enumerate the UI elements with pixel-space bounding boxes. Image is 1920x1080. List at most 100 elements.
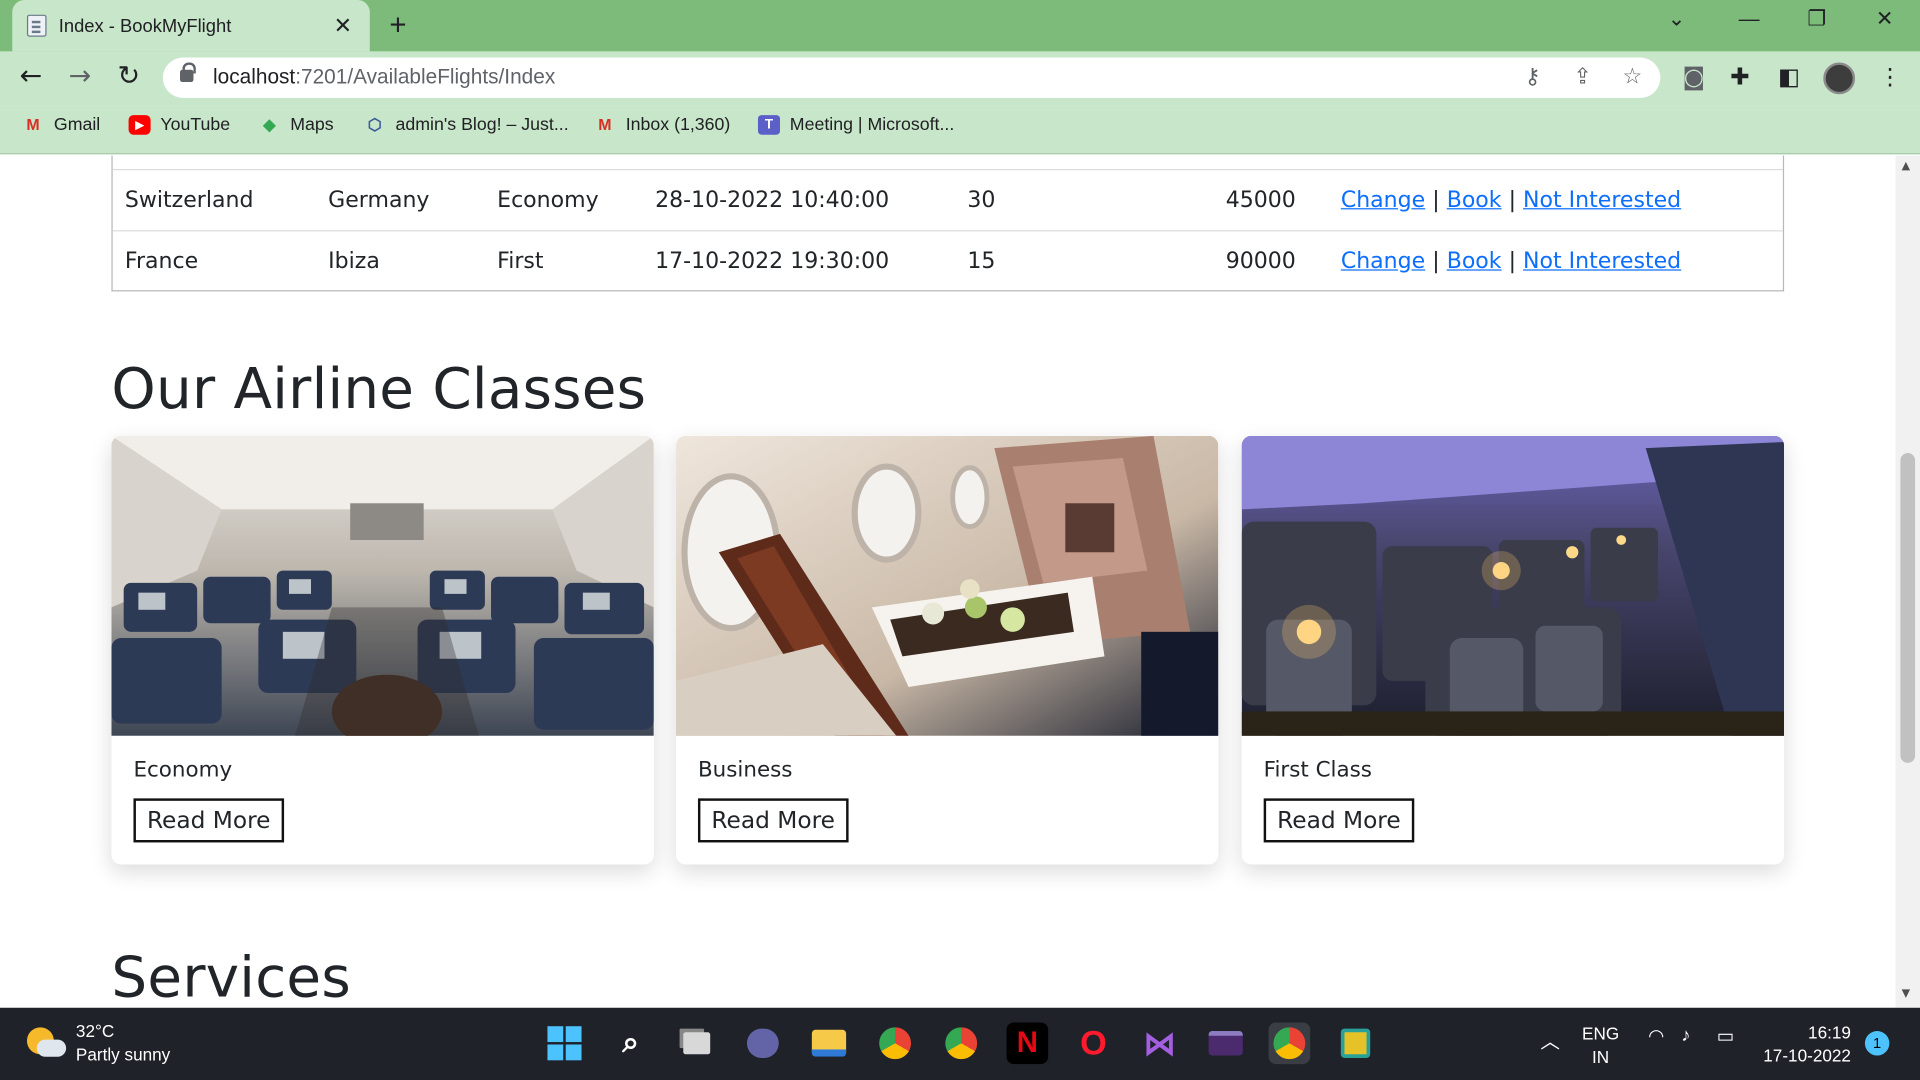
from-cell: Switzerland [124, 187, 254, 214]
seats-cell: 15 [967, 248, 996, 275]
classes-heading: Our Airline Classes [111, 355, 647, 422]
bookmark-inbox[interactable]: M Inbox (1,360) [594, 115, 730, 135]
minimize-button[interactable]: — [1739, 7, 1760, 31]
address-bar[interactable]: localhost:7201/AvailableFlights/Index ⚷ … [162, 57, 1661, 98]
to-cell: Ibiza [328, 248, 380, 275]
reload-button[interactable]: ↻ [118, 61, 141, 92]
bookmark-star-icon[interactable]: ☆ [1622, 64, 1642, 90]
services-heading: Services [111, 944, 351, 1008]
bookmark-youtube[interactable]: ▶ YouTube [128, 115, 230, 135]
class-card-economy: Economy Read More [111, 435, 654, 865]
page-scrollbar[interactable]: ▲ ▼ [1895, 155, 1920, 1008]
separator: | [1432, 248, 1440, 275]
gmail-icon: M [26, 115, 40, 134]
read-more-button[interactable]: Read More [1263, 798, 1415, 843]
scrollbar-thumb[interactable] [1900, 453, 1916, 763]
book-link[interactable]: Book [1447, 187, 1502, 213]
share-icon[interactable]: ⇪ [1573, 64, 1591, 90]
browser-tab-active[interactable]: Index - BookMyFlight ✕ [12, 0, 370, 52]
start-button[interactable] [544, 1022, 586, 1064]
price-cell: 45000 [1225, 187, 1296, 214]
class-card-business: Business Read More [675, 435, 1219, 865]
teams-icon: T [757, 115, 780, 135]
task-view-icon[interactable] [676, 1022, 718, 1064]
not-interested-link[interactable]: Not Interested [1523, 249, 1681, 275]
search-icon[interactable]: ⌕ [610, 1022, 652, 1064]
available-flights-table: Switzerland Germany Economy 28-10-2022 1… [111, 155, 1785, 292]
opera-icon[interactable]: O [1073, 1022, 1115, 1064]
actions-cell: Change | Book | Not Interested [1341, 249, 1681, 275]
first-class-cabin-image [1241, 435, 1785, 736]
language-indicator[interactable]: ENG IN [1582, 1022, 1619, 1069]
clock-date: 17-10-2022 [1763, 1045, 1851, 1066]
scroll-up-icon[interactable]: ▲ [1902, 160, 1910, 172]
class-cell: First [497, 248, 544, 275]
document-icon [26, 14, 47, 37]
bookmark-gmail[interactable]: M Gmail [22, 115, 100, 135]
separator: | [1508, 248, 1517, 275]
language-code: ENG [1582, 1023, 1620, 1044]
youtube-icon: ▶ [128, 115, 151, 135]
table-row: Switzerland Germany Economy 28-10-2022 1… [112, 168, 1783, 230]
battery-icon[interactable]: ▭ [1717, 1025, 1734, 1047]
key-icon[interactable]: ⚷ [1524, 64, 1540, 90]
system-clock[interactable]: 16:19 17-10-2022 [1763, 1021, 1851, 1068]
datetime-cell: 17-10-2022 19:30:00 [655, 248, 890, 275]
lock-icon[interactable] [180, 62, 196, 83]
tab-title: Index - BookMyFlight [58, 15, 232, 37]
class-name: Business [697, 757, 793, 783]
menu-icon[interactable]: ⋮ [1878, 64, 1901, 91]
netflix-icon[interactable]: N [1006, 1022, 1049, 1065]
wifi-icon[interactable]: ◠ [1648, 1025, 1664, 1047]
extensions-icon[interactable]: ✚ [1730, 64, 1749, 91]
new-tab-button[interactable]: + [389, 9, 406, 43]
table-row: France Ibiza First 17-10-2022 19:30:00 1… [112, 230, 1783, 291]
windows-icon [547, 1026, 582, 1061]
notification-badge[interactable]: 1 [1864, 1031, 1890, 1056]
forward-button[interactable]: → [69, 61, 92, 92]
camera-icon[interactable]: ◙ [1682, 64, 1705, 91]
change-link[interactable]: Change [1341, 249, 1425, 275]
chrome-active-icon[interactable] [1268, 1022, 1311, 1065]
file-explorer-icon[interactable] [808, 1022, 850, 1064]
show-hidden-icons[interactable]: ︿ [1540, 1025, 1560, 1054]
volume-icon[interactable]: ♪ [1681, 1025, 1690, 1046]
maps-icon: ◆ [263, 115, 276, 134]
url-text[interactable]: localhost:7201/AvailableFlights/Index [213, 65, 555, 89]
chrome-profile-icon[interactable] [874, 1022, 916, 1064]
teams-chat-icon[interactable] [742, 1022, 784, 1064]
visual-studio-icon[interactable]: ⋈ [1139, 1022, 1181, 1064]
read-more-button[interactable]: Read More [133, 798, 284, 843]
change-link[interactable]: Change [1341, 187, 1425, 213]
economy-cabin-image [111, 435, 654, 736]
gmail-icon: M [598, 115, 612, 134]
tab-search-icon[interactable]: ⌄ [1668, 7, 1685, 31]
snipping-tool-icon[interactable] [1335, 1022, 1377, 1064]
class-cell: Economy [497, 187, 599, 214]
side-panel-icon[interactable]: ◧ [1778, 64, 1800, 91]
terminal-icon[interactable] [1205, 1022, 1247, 1064]
chrome-icon[interactable] [940, 1022, 982, 1064]
blog-icon: ⬡ [367, 115, 382, 134]
separator: | [1432, 187, 1440, 214]
actions-cell: Change | Book | Not Interested [1341, 187, 1681, 213]
bookmark-blog[interactable]: ⬡ admin's Blog! – Just... [364, 115, 569, 135]
bookmark-meeting[interactable]: T Meeting | Microsoft... [757, 115, 954, 135]
price-cell: 90000 [1225, 248, 1296, 275]
back-button[interactable]: ← [20, 61, 43, 92]
weather-widget[interactable]: 32°C Partly sunny [26, 1020, 170, 1067]
restore-button[interactable]: ❐ [1807, 7, 1826, 31]
close-tab-icon[interactable]: ✕ [331, 13, 355, 39]
separator: | [1508, 187, 1517, 214]
partly-sunny-icon [26, 1025, 67, 1062]
scroll-down-icon[interactable]: ▼ [1902, 988, 1910, 1000]
read-more-button[interactable]: Read More [697, 798, 849, 843]
from-cell: France [124, 248, 199, 275]
close-window-button[interactable]: ✕ [1876, 7, 1893, 31]
browser-toolbar: ← → ↻ localhost:7201/AvailableFlights/In… [0, 51, 1920, 106]
not-interested-link[interactable]: Not Interested [1523, 187, 1681, 213]
bookmark-maps[interactable]: ◆ Maps [258, 115, 333, 135]
profile-avatar[interactable] [1823, 62, 1856, 95]
book-link[interactable]: Book [1447, 249, 1502, 275]
bookmarks-bar: M Gmail ▶ YouTube ◆ Maps ⬡ admin's Blog! – J… [0, 105, 1920, 155]
